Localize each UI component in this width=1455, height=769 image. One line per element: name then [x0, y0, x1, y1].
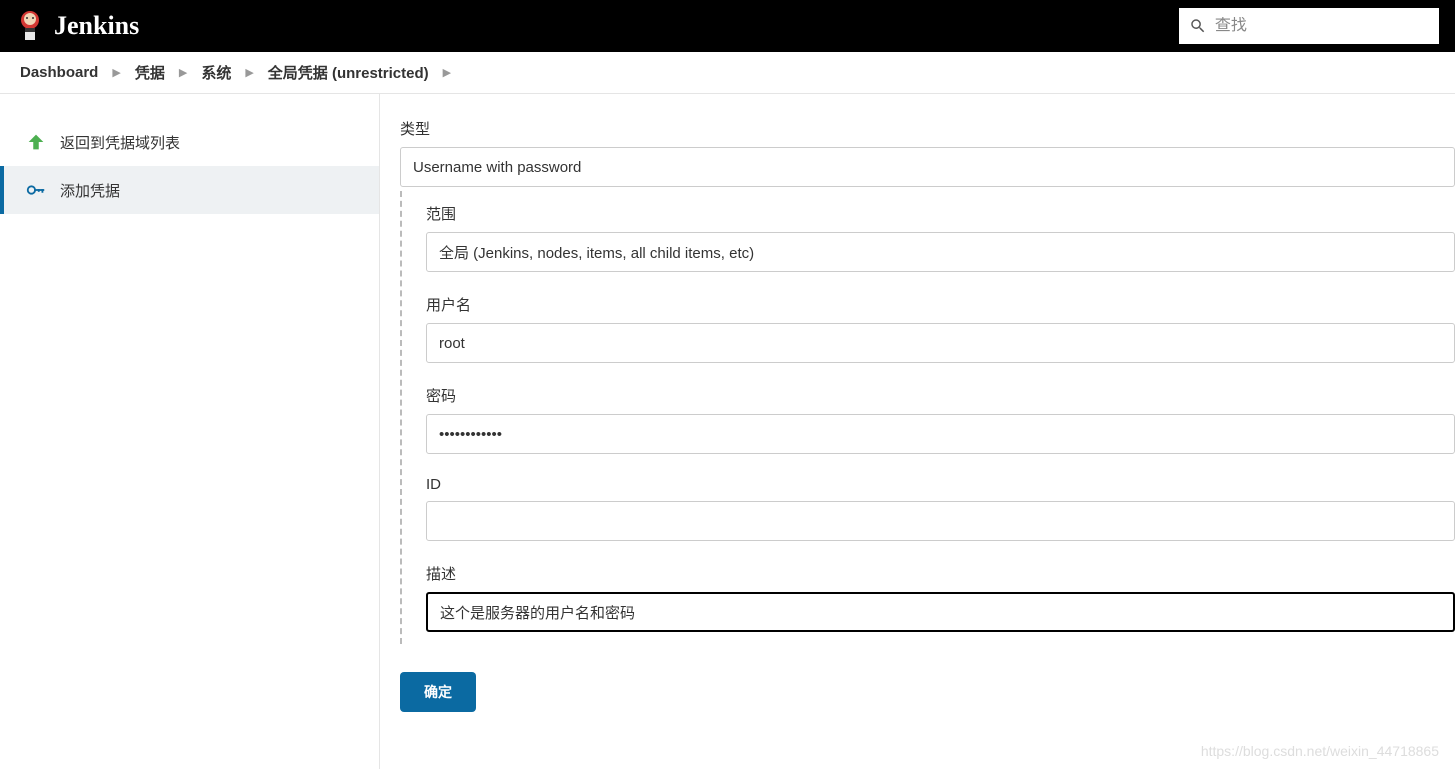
sidebar-item-label: 添加凭据 [60, 180, 120, 201]
breadcrumb-global[interactable]: 全局凭据 (unrestricted) [268, 62, 429, 83]
submit-button[interactable]: 确定 [400, 672, 476, 712]
breadcrumb-dashboard[interactable]: Dashboard [20, 64, 98, 81]
id-input[interactable] [426, 501, 1455, 541]
username-input[interactable] [426, 323, 1455, 363]
sidebar: 返回到凭据域列表 添加凭据 [0, 94, 380, 769]
breadcrumb-system[interactable]: 系统 [201, 62, 231, 83]
search-icon [1189, 16, 1207, 36]
sidebar-item-back[interactable]: 返回到凭据域列表 [0, 118, 379, 166]
search-box[interactable] [1179, 8, 1439, 44]
chevron-right-icon: ▶ [437, 66, 457, 79]
nested-fields: 范围 用户名 密码 ID 描述 [400, 191, 1455, 644]
key-icon [24, 178, 48, 202]
password-input[interactable] [426, 414, 1455, 454]
search-input[interactable] [1215, 17, 1429, 35]
password-label: 密码 [426, 385, 1455, 406]
breadcrumb-credentials[interactable]: 凭据 [135, 62, 165, 83]
type-label: 类型 [400, 118, 1455, 139]
description-input[interactable] [426, 592, 1455, 632]
username-label: 用户名 [426, 294, 1455, 315]
id-label: ID [426, 476, 1455, 493]
chevron-right-icon: ▶ [106, 66, 126, 79]
sidebar-item-add-credentials[interactable]: 添加凭据 [0, 166, 379, 214]
scope-label: 范围 [426, 203, 1455, 224]
chevron-right-icon: ▶ [239, 66, 259, 79]
logo[interactable]: Jenkins [16, 8, 139, 44]
header: Jenkins [0, 0, 1455, 52]
jenkins-logo-icon [16, 8, 44, 44]
description-label: 描述 [426, 563, 1455, 584]
up-arrow-icon [24, 130, 48, 154]
sidebar-item-label: 返回到凭据域列表 [60, 132, 180, 153]
logo-text: Jenkins [54, 11, 139, 41]
type-select[interactable] [400, 147, 1455, 187]
breadcrumbs: Dashboard ▶ 凭据 ▶ 系统 ▶ 全局凭据 (unrestricted… [0, 52, 1455, 94]
scope-select[interactable] [426, 232, 1455, 272]
main-content: 类型 范围 用户名 密码 ID 描述 [380, 94, 1455, 769]
chevron-right-icon: ▶ [173, 66, 193, 79]
